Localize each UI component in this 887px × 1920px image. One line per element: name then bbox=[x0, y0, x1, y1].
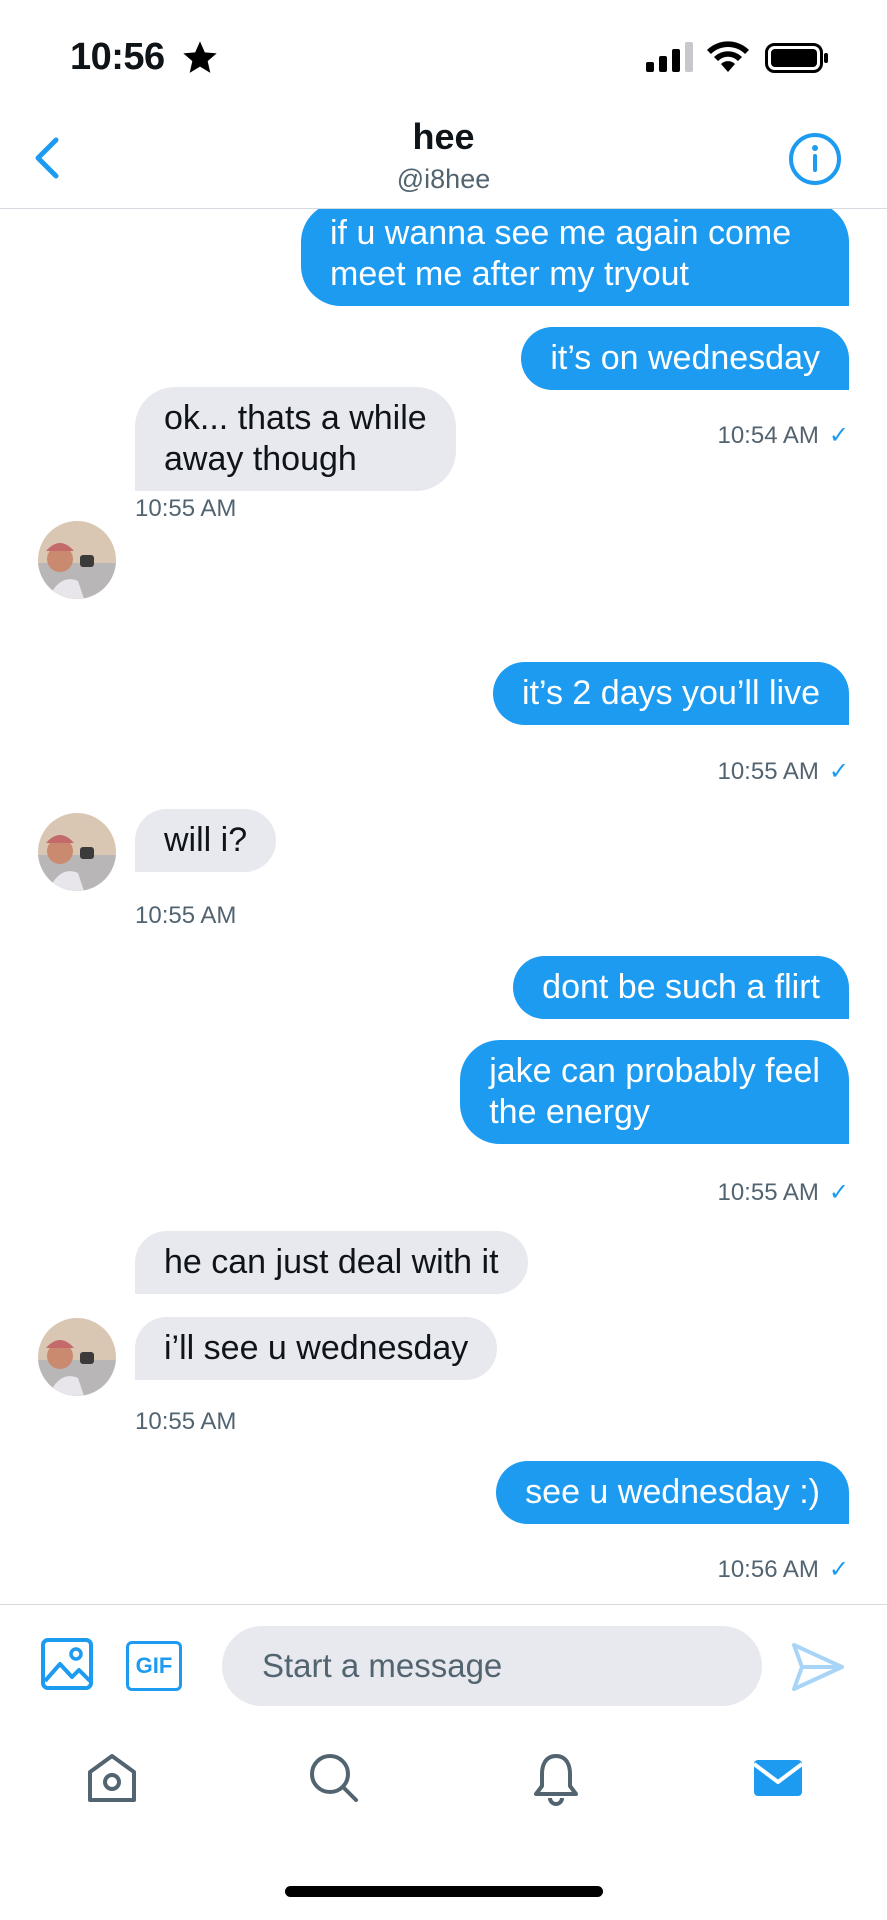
gif-button[interactable]: GIF bbox=[126, 1641, 182, 1691]
message-bubble-outgoing[interactable]: it’s 2 days you’ll live bbox=[493, 662, 849, 725]
message-bubble-incoming[interactable]: will i? bbox=[135, 809, 277, 872]
message-timestamp: 10:55 AM ✓ bbox=[717, 1179, 849, 1206]
notifications-icon[interactable] bbox=[526, 1748, 586, 1808]
message-bubble-outgoing[interactable]: it’s on wednesday bbox=[521, 327, 849, 390]
wifi-icon bbox=[707, 41, 749, 72]
avatar[interactable] bbox=[38, 521, 116, 599]
tab-bar bbox=[0, 1726, 887, 1836]
message-thread[interactable]: if u wanna see me again come meet me aft… bbox=[0, 209, 887, 1604]
message-bubble-incoming[interactable]: he can just deal with it bbox=[135, 1231, 528, 1294]
search-icon[interactable] bbox=[304, 1748, 364, 1808]
read-check-icon: ✓ bbox=[828, 1556, 849, 1583]
message-timestamp: 10:54 AM ✓ bbox=[717, 422, 849, 449]
message-bubble-outgoing[interactable]: if u wanna see me again come meet me aft… bbox=[301, 209, 849, 306]
status-bar: 10:56 bbox=[0, 0, 887, 110]
home-indicator[interactable] bbox=[285, 1886, 603, 1897]
message-composer: GIF bbox=[0, 1604, 887, 1727]
battery-icon bbox=[765, 43, 828, 73]
message-bubble-incoming[interactable]: i’ll see u wednesday bbox=[135, 1317, 498, 1380]
message-timestamp: 10:56 AM ✓ bbox=[717, 1556, 849, 1583]
home-icon[interactable] bbox=[82, 1748, 142, 1808]
message-timestamp: 10:55 AM bbox=[135, 902, 237, 929]
cellular-signal-icon bbox=[646, 42, 693, 72]
message-bubble-outgoing[interactable]: dont be such a flirt bbox=[513, 956, 849, 1019]
conversation-handle: @i8hee bbox=[396, 164, 491, 194]
status-time: 10:56 bbox=[70, 36, 165, 78]
message-timestamp: 10:55 AM ✓ bbox=[717, 758, 849, 785]
star-icon bbox=[183, 41, 217, 73]
conversation-title[interactable]: hee bbox=[0, 116, 887, 158]
message-bubble-incoming[interactable]: ok... thats a while away though bbox=[135, 387, 456, 491]
message-timestamp: 10:55 AM bbox=[135, 1408, 237, 1435]
info-icon[interactable] bbox=[788, 132, 842, 186]
send-icon[interactable] bbox=[790, 1639, 846, 1695]
read-check-icon: ✓ bbox=[828, 758, 849, 785]
avatar[interactable] bbox=[38, 1318, 116, 1396]
message-input[interactable] bbox=[222, 1626, 762, 1706]
message-bubble-outgoing[interactable]: see u wednesday :) bbox=[496, 1461, 849, 1524]
avatar[interactable] bbox=[38, 813, 116, 891]
read-check-icon: ✓ bbox=[828, 422, 849, 449]
conversation-header: hee @i8hee bbox=[0, 110, 887, 209]
image-icon[interactable] bbox=[40, 1637, 94, 1691]
message-bubble-outgoing[interactable]: jake can probably feel the energy bbox=[460, 1040, 849, 1144]
message-timestamp: 10:55 AM bbox=[135, 495, 237, 522]
messages-icon[interactable] bbox=[748, 1748, 808, 1808]
read-check-icon: ✓ bbox=[828, 1179, 849, 1206]
